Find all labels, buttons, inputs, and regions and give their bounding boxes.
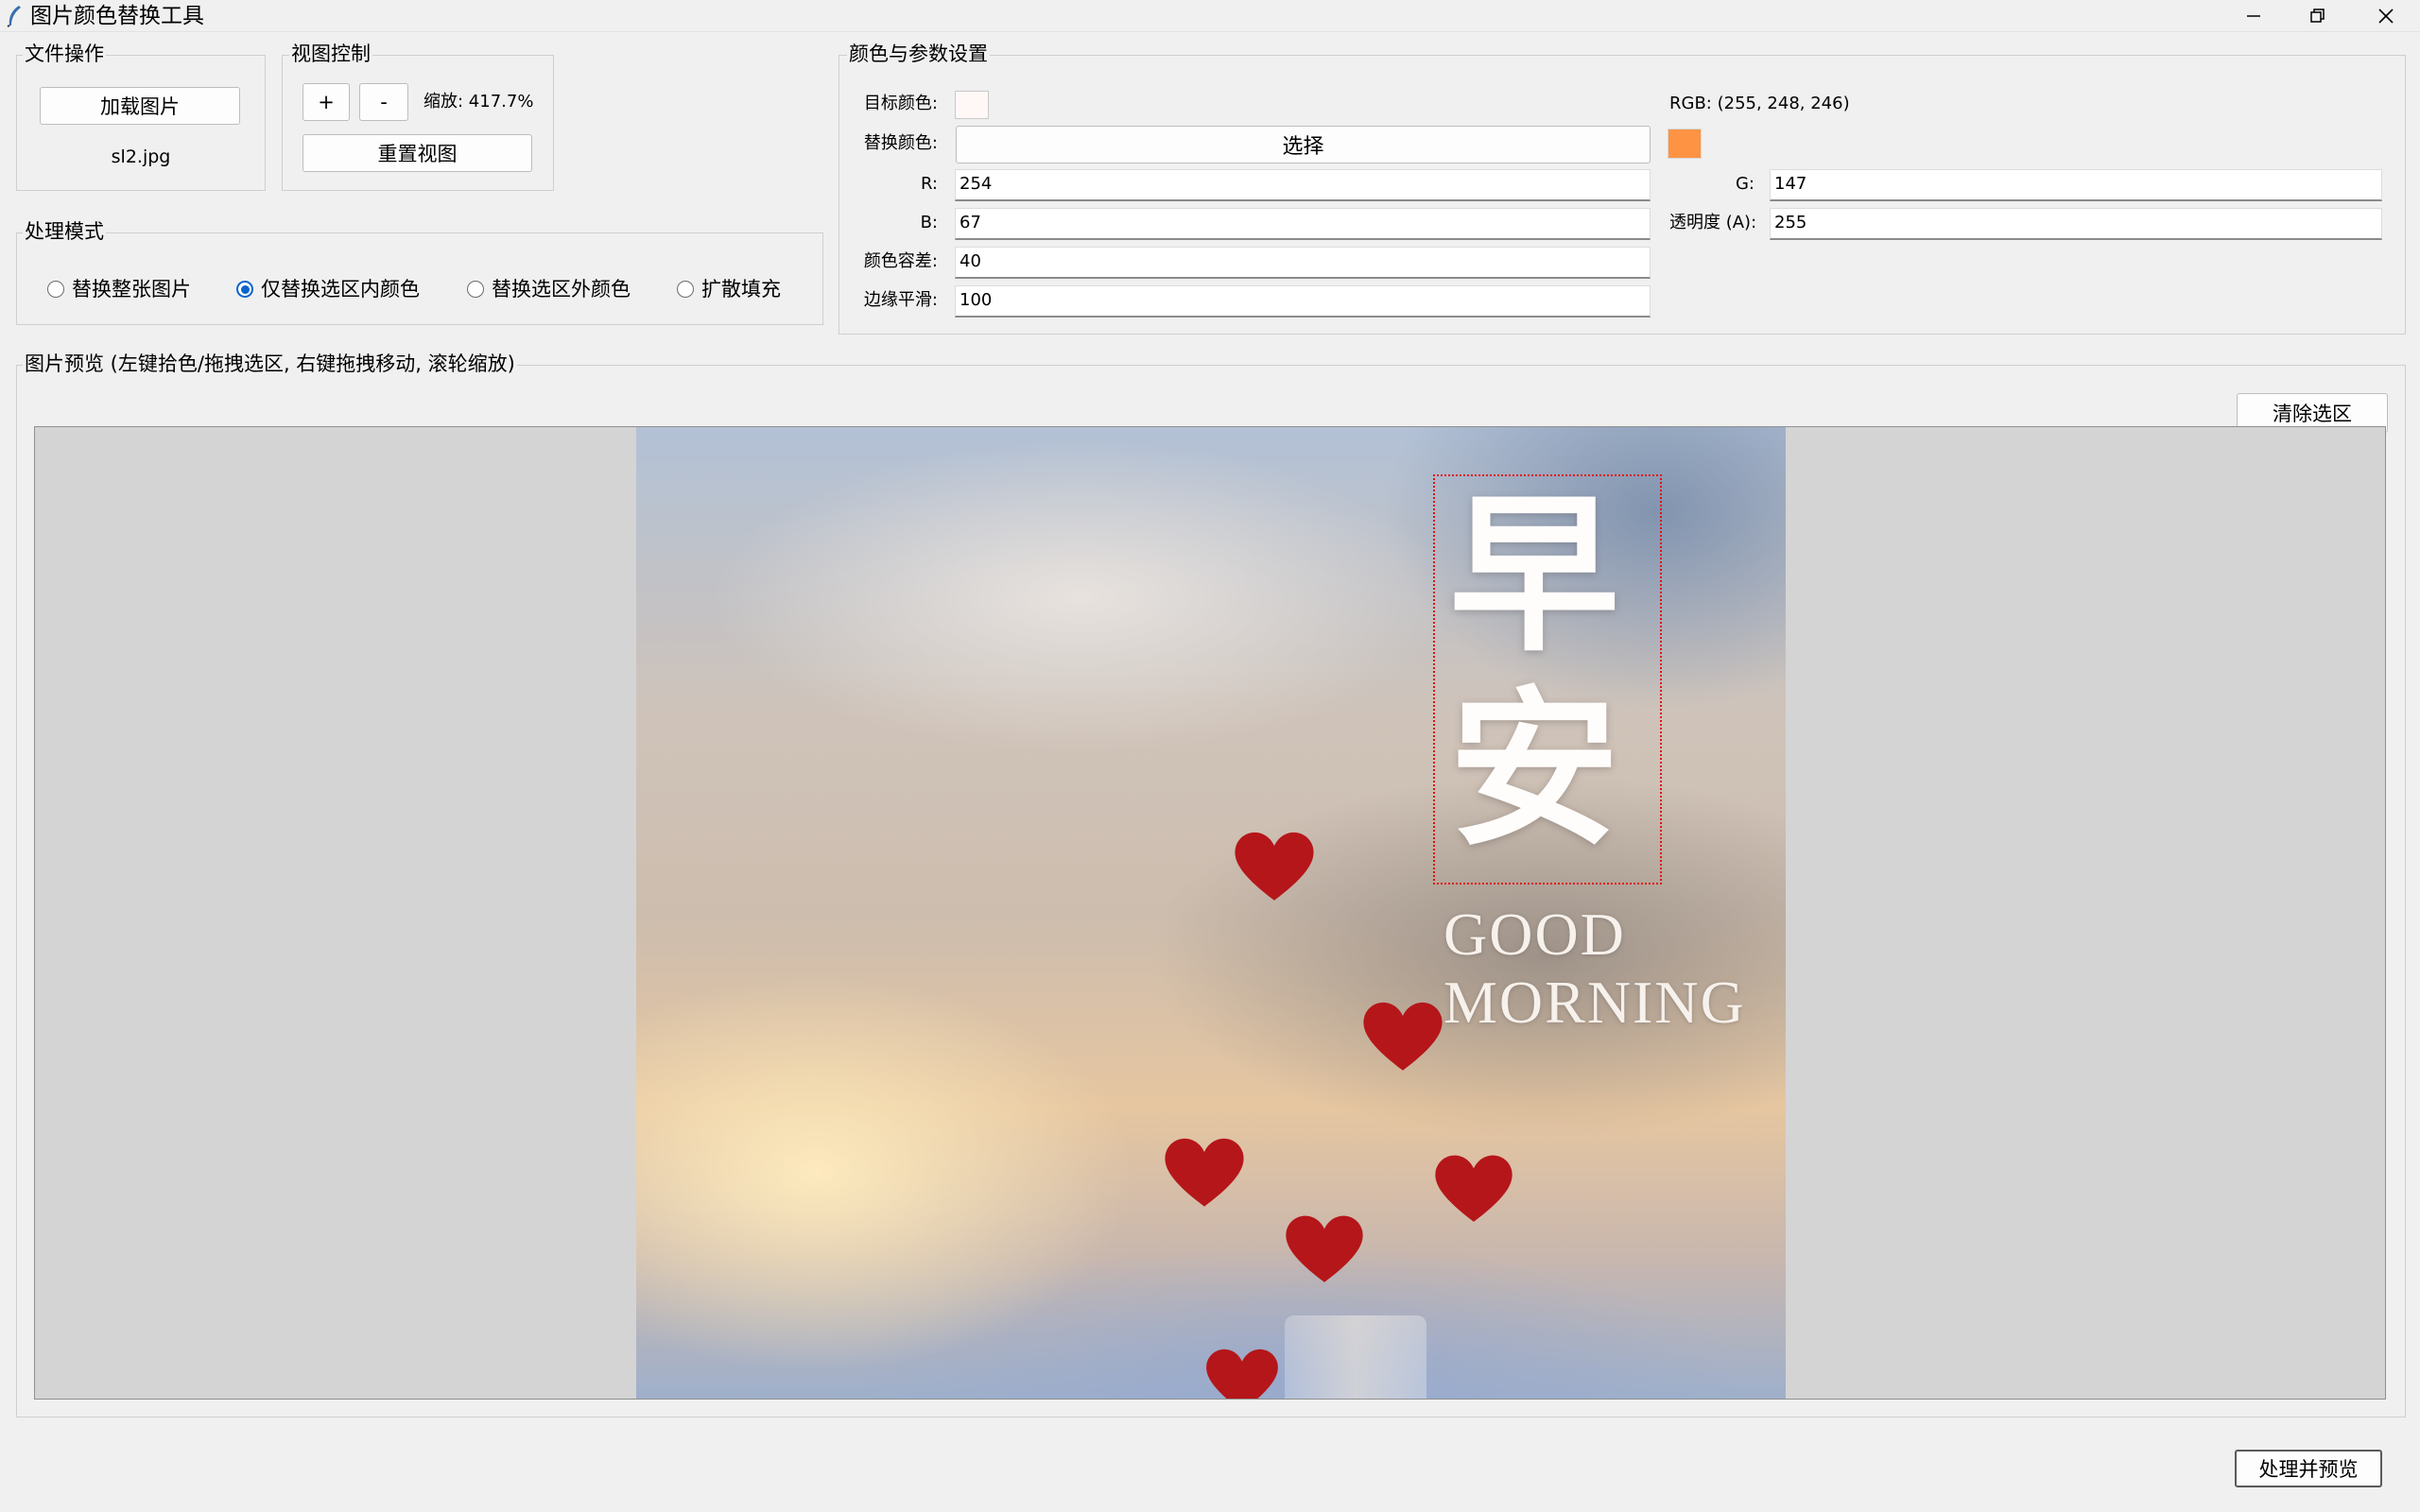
zoom-in-button[interactable]: +	[302, 83, 350, 121]
r-label: R:	[920, 174, 938, 194]
alpha-input[interactable]: 255	[1770, 208, 2382, 240]
mode-option-label: 替换选区外颜色	[492, 278, 631, 301]
selection-rectangle[interactable]	[1433, 474, 1662, 885]
preview-title: 图片预览 (左键拾色/拖拽选区, 右键拖拽移动, 滚轮缩放)	[23, 352, 517, 375]
window-title: 图片颜色替换工具	[30, 4, 204, 28]
feather-icon	[7, 6, 21, 27]
minimize-button[interactable]	[2221, 0, 2286, 32]
heart-icon	[1235, 832, 1314, 901]
mode-option-label: 扩散填充	[701, 278, 781, 301]
radio-button[interactable]	[677, 281, 694, 298]
load-image-button[interactable]: 加载图片	[40, 87, 240, 125]
target-color-swatch	[955, 91, 989, 119]
heart-icon	[1286, 1215, 1363, 1282]
target-rgb-label: RGB: (255, 248, 246)	[1669, 94, 1850, 113]
heart-icon	[1165, 1138, 1244, 1207]
minimize-icon	[2247, 15, 2260, 17]
b-input[interactable]: 67	[955, 208, 1651, 240]
tolerance-input[interactable]: 40	[955, 247, 1651, 279]
select-color-button[interactable]: 选择	[956, 126, 1651, 163]
close-button[interactable]	[2354, 0, 2418, 32]
r-input[interactable]: 254	[955, 169, 1651, 201]
filename-label: sl2.jpg	[111, 146, 171, 167]
mode-option-flood-fill[interactable]: 扩散填充	[677, 278, 809, 301]
mode-option-label: 替换整张图片	[72, 278, 191, 301]
close-icon	[2378, 9, 2394, 24]
image-text-good: GOOD	[1443, 901, 1626, 968]
mode-option-inside-selection[interactable]: 仅替换选区内颜色	[236, 278, 444, 301]
mode-option-label: 仅替换选区内颜色	[261, 278, 420, 301]
b-label: B:	[920, 213, 938, 232]
radio-button[interactable]	[467, 281, 484, 298]
smooth-input[interactable]: 100	[955, 285, 1651, 318]
zoom-out-button[interactable]: -	[359, 83, 408, 121]
mode-option-outside-selection[interactable]: 替换选区外颜色	[467, 278, 656, 301]
restore-icon	[2310, 9, 2325, 23]
file-ops-title: 文件操作	[23, 43, 106, 65]
glass-shape	[1285, 1315, 1426, 1399]
params-title: 颜色与参数设置	[847, 43, 990, 65]
alpha-label: 透明度 (A):	[1669, 213, 1757, 232]
preview-image[interactable]: 早 安 GOOD MORNING	[636, 427, 1786, 1399]
heart-icon	[1363, 1002, 1443, 1071]
radio-button[interactable]	[47, 281, 64, 298]
heart-icon	[1206, 1349, 1278, 1399]
zoom-level-label: 缩放: 417.7%	[424, 92, 534, 112]
target-color-label: 目标颜色:	[863, 94, 938, 113]
smooth-label: 边缘平滑:	[863, 290, 938, 310]
replace-color-label: 替换颜色:	[863, 133, 938, 153]
process-preview-button[interactable]: 处理并预览	[2235, 1450, 2382, 1487]
g-label: G:	[1735, 174, 1754, 194]
restore-button[interactable]	[2286, 0, 2350, 32]
heart-icon	[1435, 1155, 1512, 1222]
tolerance-label: 颜色容差:	[863, 251, 938, 271]
replace-color-swatch	[1668, 129, 1702, 159]
mode-option-whole[interactable]: 替换整张图片	[47, 278, 208, 301]
reset-view-button[interactable]: 重置视图	[302, 134, 532, 172]
image-text-morning: MORNING	[1443, 969, 1746, 1036]
title-bar: 图片颜色替换工具	[0, 0, 2420, 32]
view-control-title: 视图控制	[289, 43, 372, 65]
mode-title: 处理模式	[23, 220, 106, 243]
preview-canvas[interactable]: 早 安 GOOD MORNING	[34, 426, 2386, 1400]
radio-button-selected[interactable]	[236, 281, 253, 298]
g-input[interactable]: 147	[1770, 169, 2382, 201]
